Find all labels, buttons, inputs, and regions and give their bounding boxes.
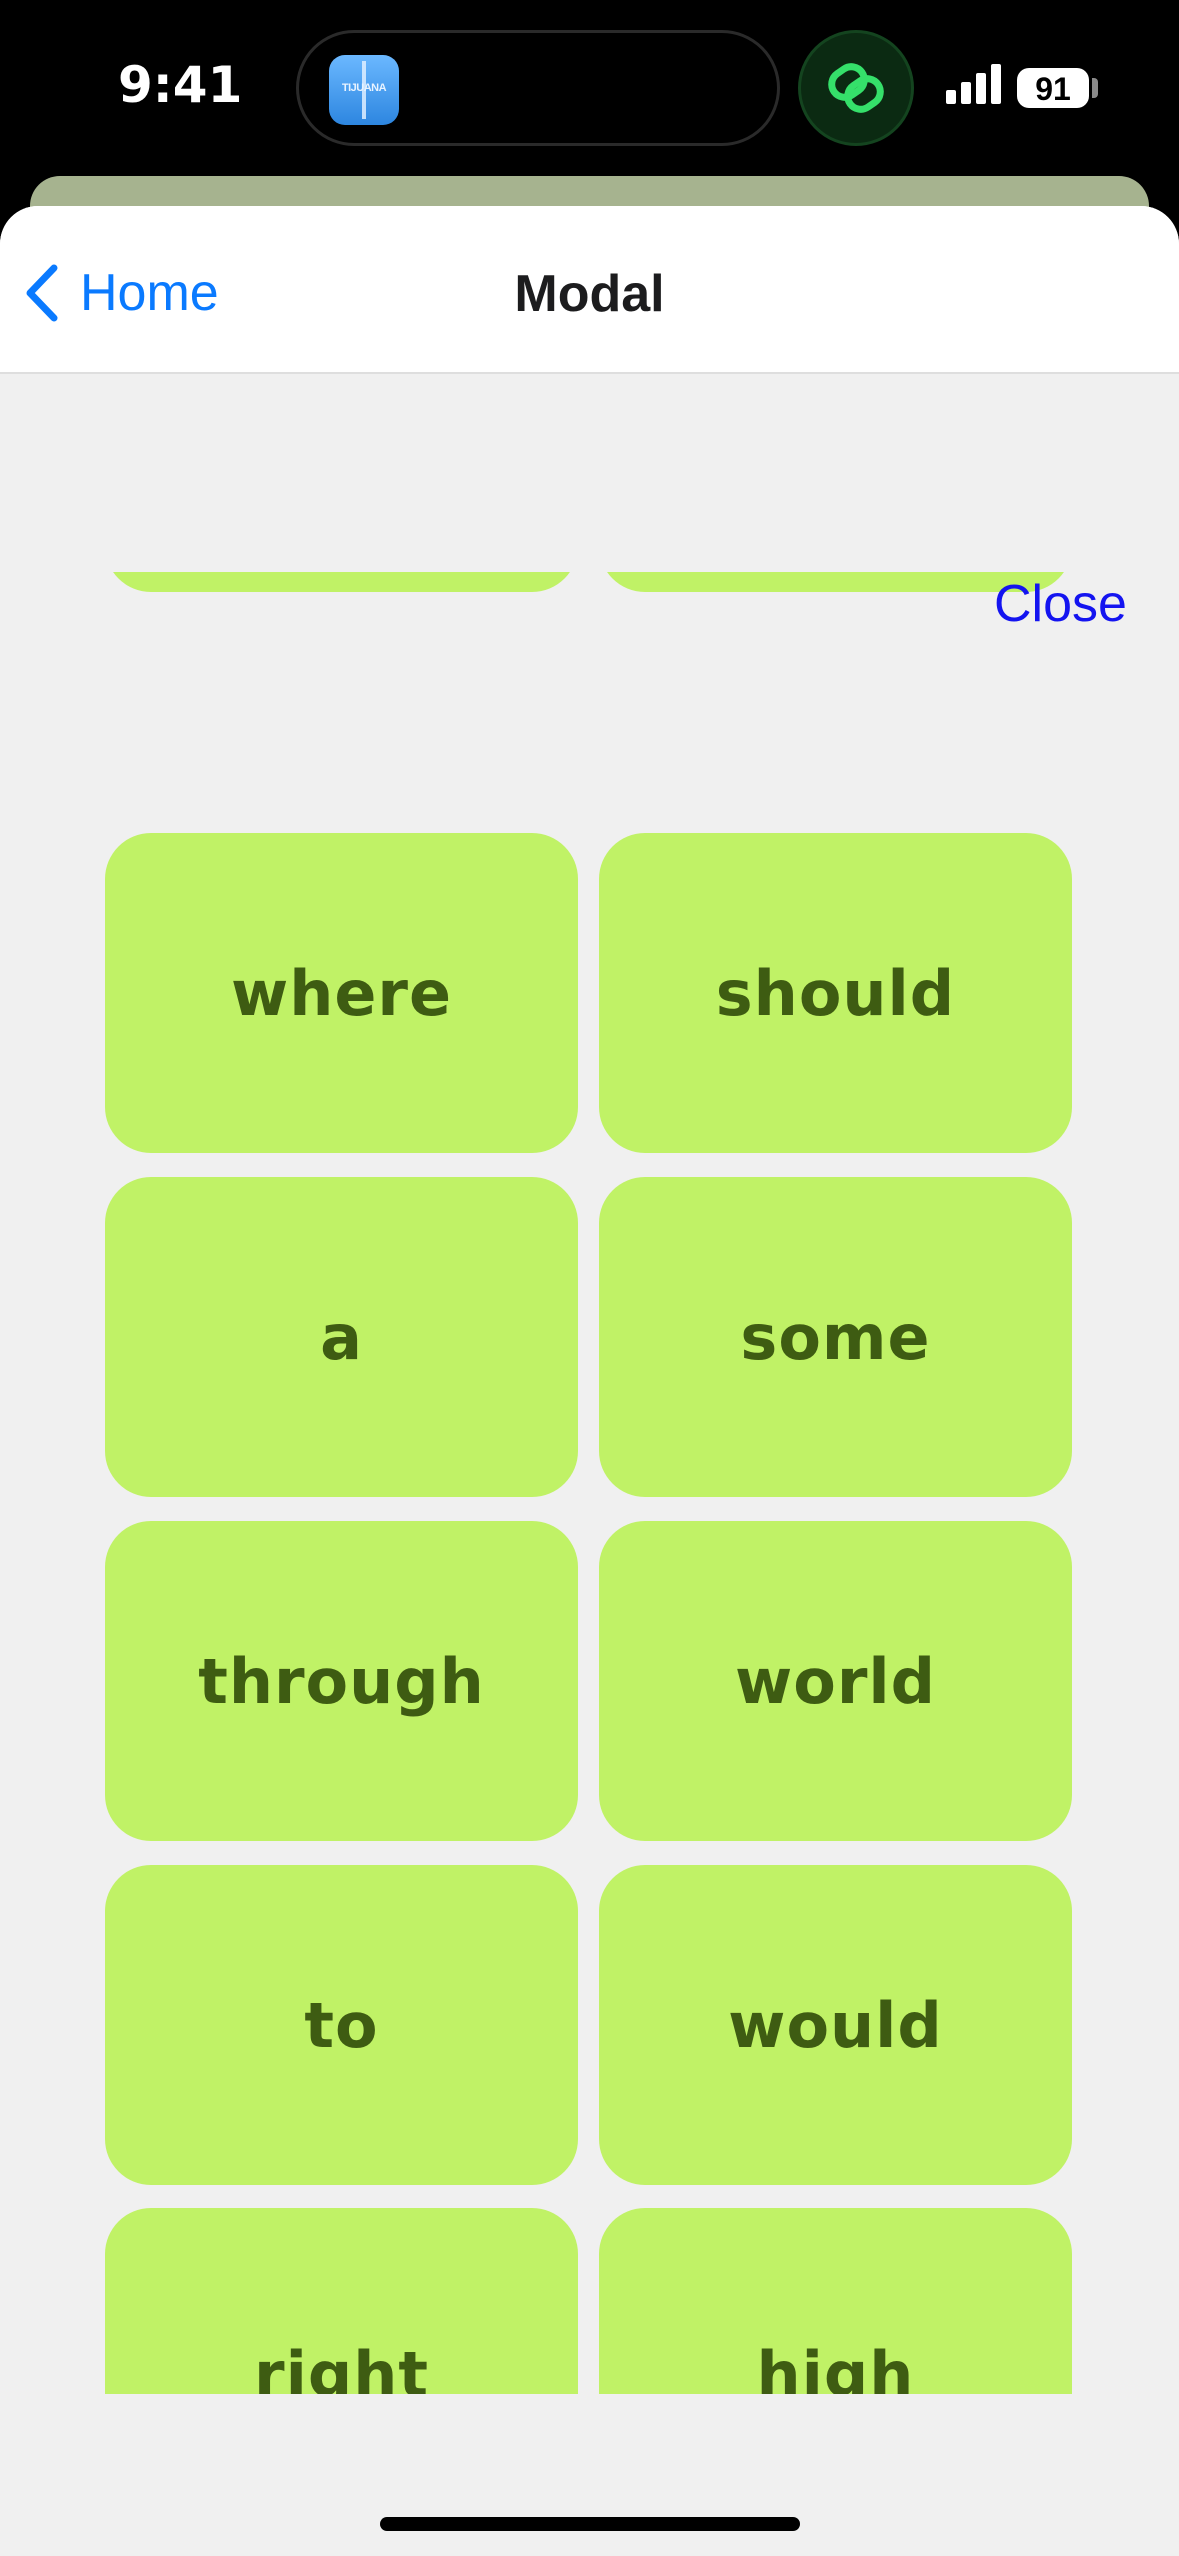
app-icon[interactable]: TIJUANA xyxy=(329,55,399,125)
word-card[interactable]: high xyxy=(599,2208,1072,2394)
word-card[interactable]: to xyxy=(105,1865,578,2185)
page-title: Modal xyxy=(514,265,665,323)
word-card[interactable]: a xyxy=(105,1177,578,1497)
word-card-label: through xyxy=(198,1644,485,1718)
word-card[interactable]: would xyxy=(599,1865,1072,2185)
word-card-grid-bottom: right high xyxy=(105,2208,1074,2394)
word-card[interactable]: some xyxy=(599,1177,1072,1497)
dynamic-island: TIJUANA xyxy=(296,30,780,146)
word-card[interactable]: through xyxy=(105,1521,578,1841)
battery-level: 91 xyxy=(1035,71,1071,107)
word-card-label: should xyxy=(715,956,956,1030)
word-card[interactable]: where xyxy=(105,833,578,1153)
word-card-label: high xyxy=(756,2338,915,2394)
word-card-label: would xyxy=(728,1988,943,2062)
word-card-label: where xyxy=(230,956,453,1030)
battery-icon: 91 xyxy=(1017,68,1089,108)
home-indicator[interactable] xyxy=(380,2517,800,2531)
word-card-label: world xyxy=(734,1644,937,1718)
battery-tip xyxy=(1092,78,1098,98)
word-card[interactable]: right xyxy=(105,2208,578,2394)
app-icon-label: TIJUANA xyxy=(341,82,387,94)
close-button[interactable]: Close xyxy=(994,574,1127,634)
navigation-bar: Home Modal xyxy=(0,206,1179,374)
status-bar: 9:41 TIJUANA 91 xyxy=(0,0,1179,180)
status-time: 9:41 xyxy=(118,56,243,114)
word-card[interactable]: world xyxy=(599,1521,1072,1841)
word-card-label: right xyxy=(254,2338,429,2394)
word-card-grid: where should a some through world to wou… xyxy=(105,572,1074,2188)
word-card-label: some xyxy=(740,1300,931,1374)
cellular-signal-icon xyxy=(946,64,1001,104)
word-card-label: to xyxy=(304,1988,379,2062)
word-card[interactable] xyxy=(105,572,578,592)
link-icon[interactable] xyxy=(798,30,914,146)
word-card-label: a xyxy=(320,1300,363,1374)
word-card[interactable]: should xyxy=(599,833,1072,1153)
